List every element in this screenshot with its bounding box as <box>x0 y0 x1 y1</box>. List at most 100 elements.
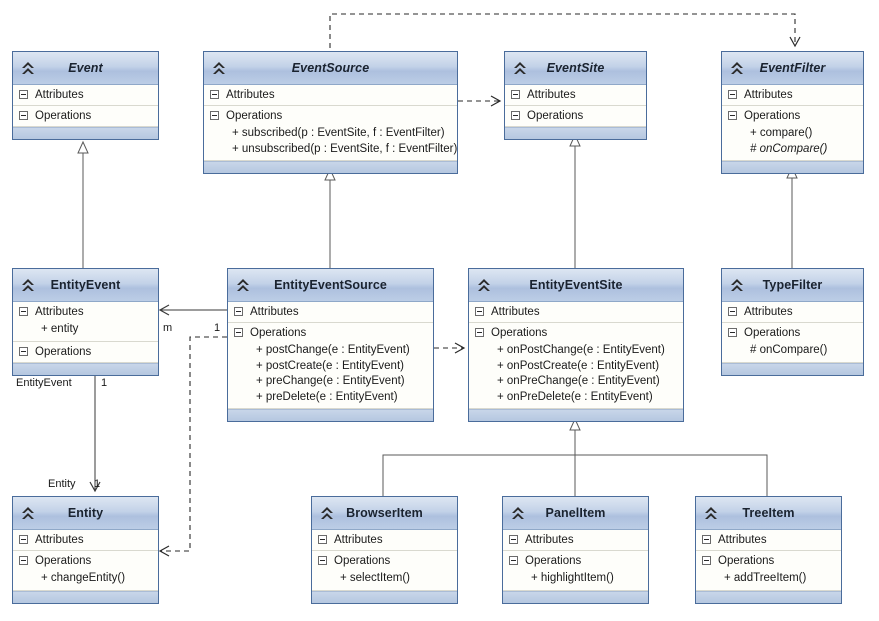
association-role-entity: Entity <box>48 478 76 490</box>
collapse-minus-icon[interactable] <box>19 535 28 544</box>
class-box-type-filter[interactable]: TypeFilter Attributes Operations # onCom… <box>721 268 864 376</box>
collapse-minus-icon[interactable] <box>210 90 219 99</box>
class-box-panel-item[interactable]: PanelItem Attributes Operations + highli… <box>502 496 649 604</box>
class-header: EventSite <box>505 52 646 85</box>
operations-compartment[interactable]: Operations + subscribed(p : EventSite, f… <box>204 106 457 161</box>
operation-item: + preChange(e : EntityEvent) <box>256 375 405 387</box>
operation-item: + subscribed(p : EventSite, f : EventFil… <box>232 127 445 139</box>
class-body: Attributes Operations + compare() # onCo… <box>722 85 863 161</box>
class-box-tree-item[interactable]: TreeItem Attributes Operations + addTree… <box>695 496 842 604</box>
attributes-compartment[interactable]: Attributes <box>228 302 433 323</box>
class-box-browser-item[interactable]: BrowserItem Attributes Operations + sele… <box>311 496 458 604</box>
collapse-minus-icon[interactable] <box>475 328 484 337</box>
class-header: EntityEvent <box>13 269 158 302</box>
class-header: TreeItem <box>696 497 841 530</box>
operations-list: + addTreeItem() <box>696 571 841 590</box>
attributes-compartment[interactable]: Attributes <box>722 85 863 106</box>
class-footer <box>13 127 158 139</box>
class-name: TypeFilter <box>762 278 823 292</box>
operation-item: + selectItem() <box>340 572 410 584</box>
operations-compartment[interactable]: Operations + addTreeItem() <box>696 551 841 591</box>
collapse-minus-icon[interactable] <box>19 556 28 565</box>
double-chevron-up-icon <box>510 504 526 522</box>
attributes-compartment[interactable]: Attributes <box>204 85 457 106</box>
attributes-compartment[interactable]: Attributes <box>13 85 158 106</box>
collapse-minus-icon[interactable] <box>19 111 28 120</box>
attributes-compartment[interactable]: Attributes <box>505 85 646 106</box>
collapse-minus-icon[interactable] <box>318 535 327 544</box>
collapse-minus-icon[interactable] <box>318 556 327 565</box>
collapse-minus-icon[interactable] <box>509 556 518 565</box>
collapse-minus-icon[interactable] <box>19 307 28 316</box>
attributes-compartment[interactable]: Attributes <box>312 530 457 551</box>
operations-compartment[interactable]: Operations <box>13 106 158 127</box>
collapse-minus-icon[interactable] <box>728 90 737 99</box>
operations-compartment[interactable]: Operations + postChange(e : EntityEvent)… <box>228 323 433 409</box>
collapse-minus-icon[interactable] <box>728 307 737 316</box>
operations-compartment[interactable]: Operations + highlightItem() <box>503 551 648 591</box>
dependency-eventsource-eventfilter <box>329 13 801 48</box>
class-box-entity-event-source[interactable]: EntityEventSource Attributes Operations … <box>227 268 434 422</box>
double-chevron-up-icon <box>235 276 251 294</box>
dependency-entityeventsource-entity <box>158 336 227 557</box>
class-footer <box>469 409 683 421</box>
class-name: EntityEventSource <box>274 278 387 292</box>
class-footer <box>503 590 648 603</box>
operations-compartment[interactable]: Operations + compare() # onCompare() <box>722 106 863 161</box>
attributes-compartment[interactable]: Attributes + entity <box>13 302 158 342</box>
class-body: Attributes Operations + postChange(e : E… <box>228 302 433 409</box>
class-box-event-source[interactable]: EventSource Attributes Operations + subs… <box>203 51 458 174</box>
collapse-minus-icon[interactable] <box>702 556 711 565</box>
class-header: PanelItem <box>503 497 648 530</box>
collapse-minus-icon[interactable] <box>509 535 518 544</box>
attributes-compartment[interactable]: Attributes <box>696 530 841 551</box>
operations-compartment[interactable]: Operations + onPostChange(e : EntityEven… <box>469 323 683 409</box>
collapse-minus-icon[interactable] <box>728 111 737 120</box>
operation-item: + unsubscribed(p : EventSite, f : EventF… <box>232 142 458 155</box>
operation-item-abstract: # onCompare() <box>750 142 828 155</box>
operations-label: Operations <box>228 323 433 343</box>
operation-item: + postChange(e : EntityEvent) <box>256 344 410 356</box>
class-box-entity-event[interactable]: EntityEvent Attributes + entity Operatio… <box>12 268 159 376</box>
collapse-minus-icon[interactable] <box>475 307 484 316</box>
operation-item: + onPreChange(e : EntityEvent) <box>497 375 660 387</box>
class-footer <box>722 362 863 375</box>
double-chevron-up-icon <box>512 59 528 77</box>
attributes-label: Attributes <box>204 85 457 105</box>
class-box-event-site[interactable]: EventSite Attributes Operations <box>504 51 647 140</box>
collapse-minus-icon[interactable] <box>234 307 243 316</box>
collapse-minus-icon[interactable] <box>234 328 243 337</box>
collapse-minus-icon[interactable] <box>210 111 219 120</box>
attributes-compartment[interactable]: Attributes <box>469 302 683 323</box>
collapse-minus-icon[interactable] <box>19 346 28 356</box>
operations-compartment[interactable]: Operations + changeEntity() <box>13 551 158 591</box>
class-box-event[interactable]: Event Attributes Operations <box>12 51 159 140</box>
collapse-minus-icon[interactable] <box>511 90 520 99</box>
attributes-label: Attributes <box>503 530 648 550</box>
collapse-minus-icon[interactable] <box>19 90 28 99</box>
operation-item: # onCompare() <box>750 344 828 356</box>
operations-label: Operations <box>312 551 457 571</box>
attributes-label: Attributes <box>696 530 841 550</box>
operations-compartment[interactable]: Operations <box>505 106 646 127</box>
double-chevron-up-icon <box>211 59 227 77</box>
attributes-compartment[interactable]: Attributes <box>503 530 648 551</box>
operations-list: + changeEntity() <box>13 571 158 590</box>
operation-item: + onPostChange(e : EntityEvent) <box>497 344 665 356</box>
class-footer <box>722 161 863 173</box>
class-box-entity-event-site[interactable]: EntityEventSite Attributes Operations + … <box>468 268 684 422</box>
class-footer <box>696 590 841 603</box>
operations-compartment[interactable]: Operations + selectItem() <box>312 551 457 591</box>
collapse-minus-icon[interactable] <box>728 328 737 337</box>
class-box-entity[interactable]: Entity Attributes Operations + changeEnt… <box>12 496 159 604</box>
attributes-compartment[interactable]: Attributes <box>13 530 158 551</box>
collapse-minus-icon[interactable] <box>702 535 711 544</box>
operations-compartment[interactable]: Operations <box>13 342 158 363</box>
attributes-list: + entity <box>13 322 158 341</box>
association-mult-entityevent: 1 <box>101 377 108 389</box>
attributes-compartment[interactable]: Attributes <box>722 302 863 323</box>
operations-compartment[interactable]: Operations # onCompare() <box>722 323 863 363</box>
class-box-event-filter[interactable]: EventFilter Attributes Operations + comp… <box>721 51 864 174</box>
collapse-minus-icon[interactable] <box>511 111 520 120</box>
operations-label: Operations <box>503 551 648 571</box>
